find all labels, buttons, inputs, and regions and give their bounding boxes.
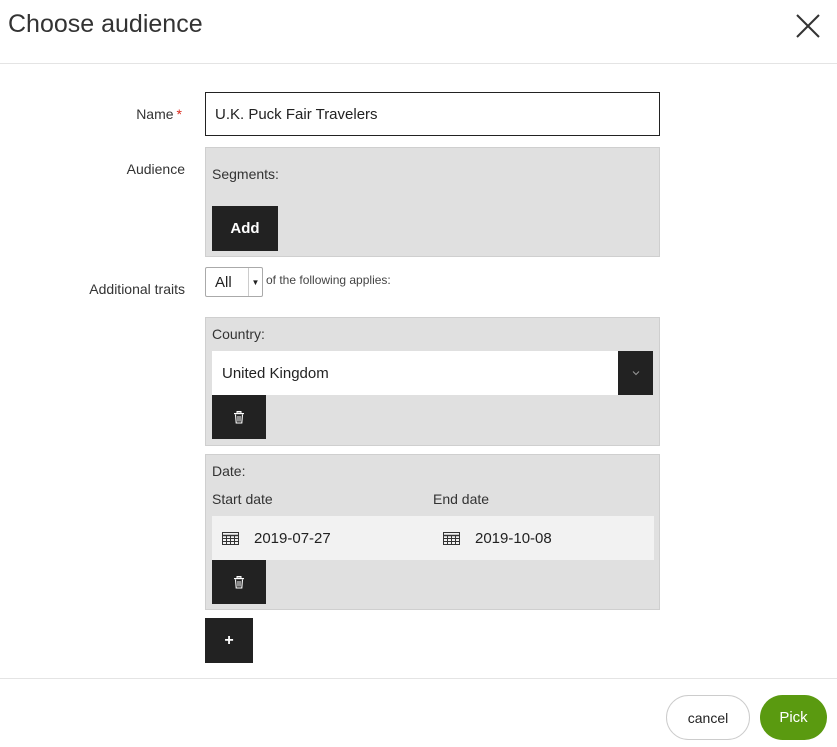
dialog-footer: cancel Pick (0, 678, 837, 747)
close-button[interactable] (790, 8, 826, 44)
chevron-down-icon (632, 371, 639, 376)
end-date-value: 2019-10-08 (475, 529, 552, 547)
start-date-field[interactable]: 2019-07-27 (222, 516, 331, 560)
traits-match-value: All (215, 273, 232, 291)
segments-heading: Segments: (212, 166, 279, 182)
segments-panel: Segments: Add (205, 147, 660, 257)
select-caret-icon: ▼ (248, 268, 262, 296)
end-date-label: End date (433, 491, 490, 507)
pick-button[interactable]: Pick (760, 695, 827, 740)
traits-match-select[interactable]: All ▼ (205, 267, 263, 297)
date-range-row: 2019-07-27 2019-10-08 (212, 516, 654, 560)
country-heading: Country: (212, 326, 265, 342)
audience-label: Audience (126, 161, 185, 177)
required-mark: * (176, 106, 182, 122)
name-label: Name * (120, 106, 182, 122)
start-date-value: 2019-07-27 (254, 529, 331, 547)
country-select[interactable]: United Kingdom (212, 351, 653, 395)
trash-icon (234, 410, 244, 424)
country-trait-panel: Country: United Kingdom (205, 317, 660, 446)
calendar-icon (222, 531, 239, 545)
add-segment-button[interactable]: Add (212, 206, 278, 251)
country-dropdown-toggle[interactable] (618, 351, 653, 395)
add-trait-button[interactable]: + (205, 618, 253, 663)
additional-traits-label: Additional traits (89, 281, 185, 297)
country-value: United Kingdom (222, 364, 329, 382)
trash-icon (234, 575, 244, 589)
start-date-label: Start date (212, 491, 273, 507)
date-trait-panel: Date: Start date End date 2019-07-27 201… (205, 454, 660, 610)
close-icon (796, 14, 820, 38)
cancel-button[interactable]: cancel (666, 695, 750, 740)
delete-date-trait-button[interactable] (212, 560, 266, 604)
traits-match-suffix: of the following applies: (266, 273, 391, 287)
name-input[interactable] (205, 92, 660, 136)
date-heading: Date: (212, 463, 246, 479)
name-label-text: Name (136, 106, 174, 122)
calendar-icon (443, 531, 460, 545)
end-date-field[interactable]: 2019-10-08 (443, 516, 552, 560)
dialog-header: Choose audience (0, 0, 837, 64)
delete-country-trait-button[interactable] (212, 395, 266, 439)
dialog-title: Choose audience (8, 10, 203, 38)
